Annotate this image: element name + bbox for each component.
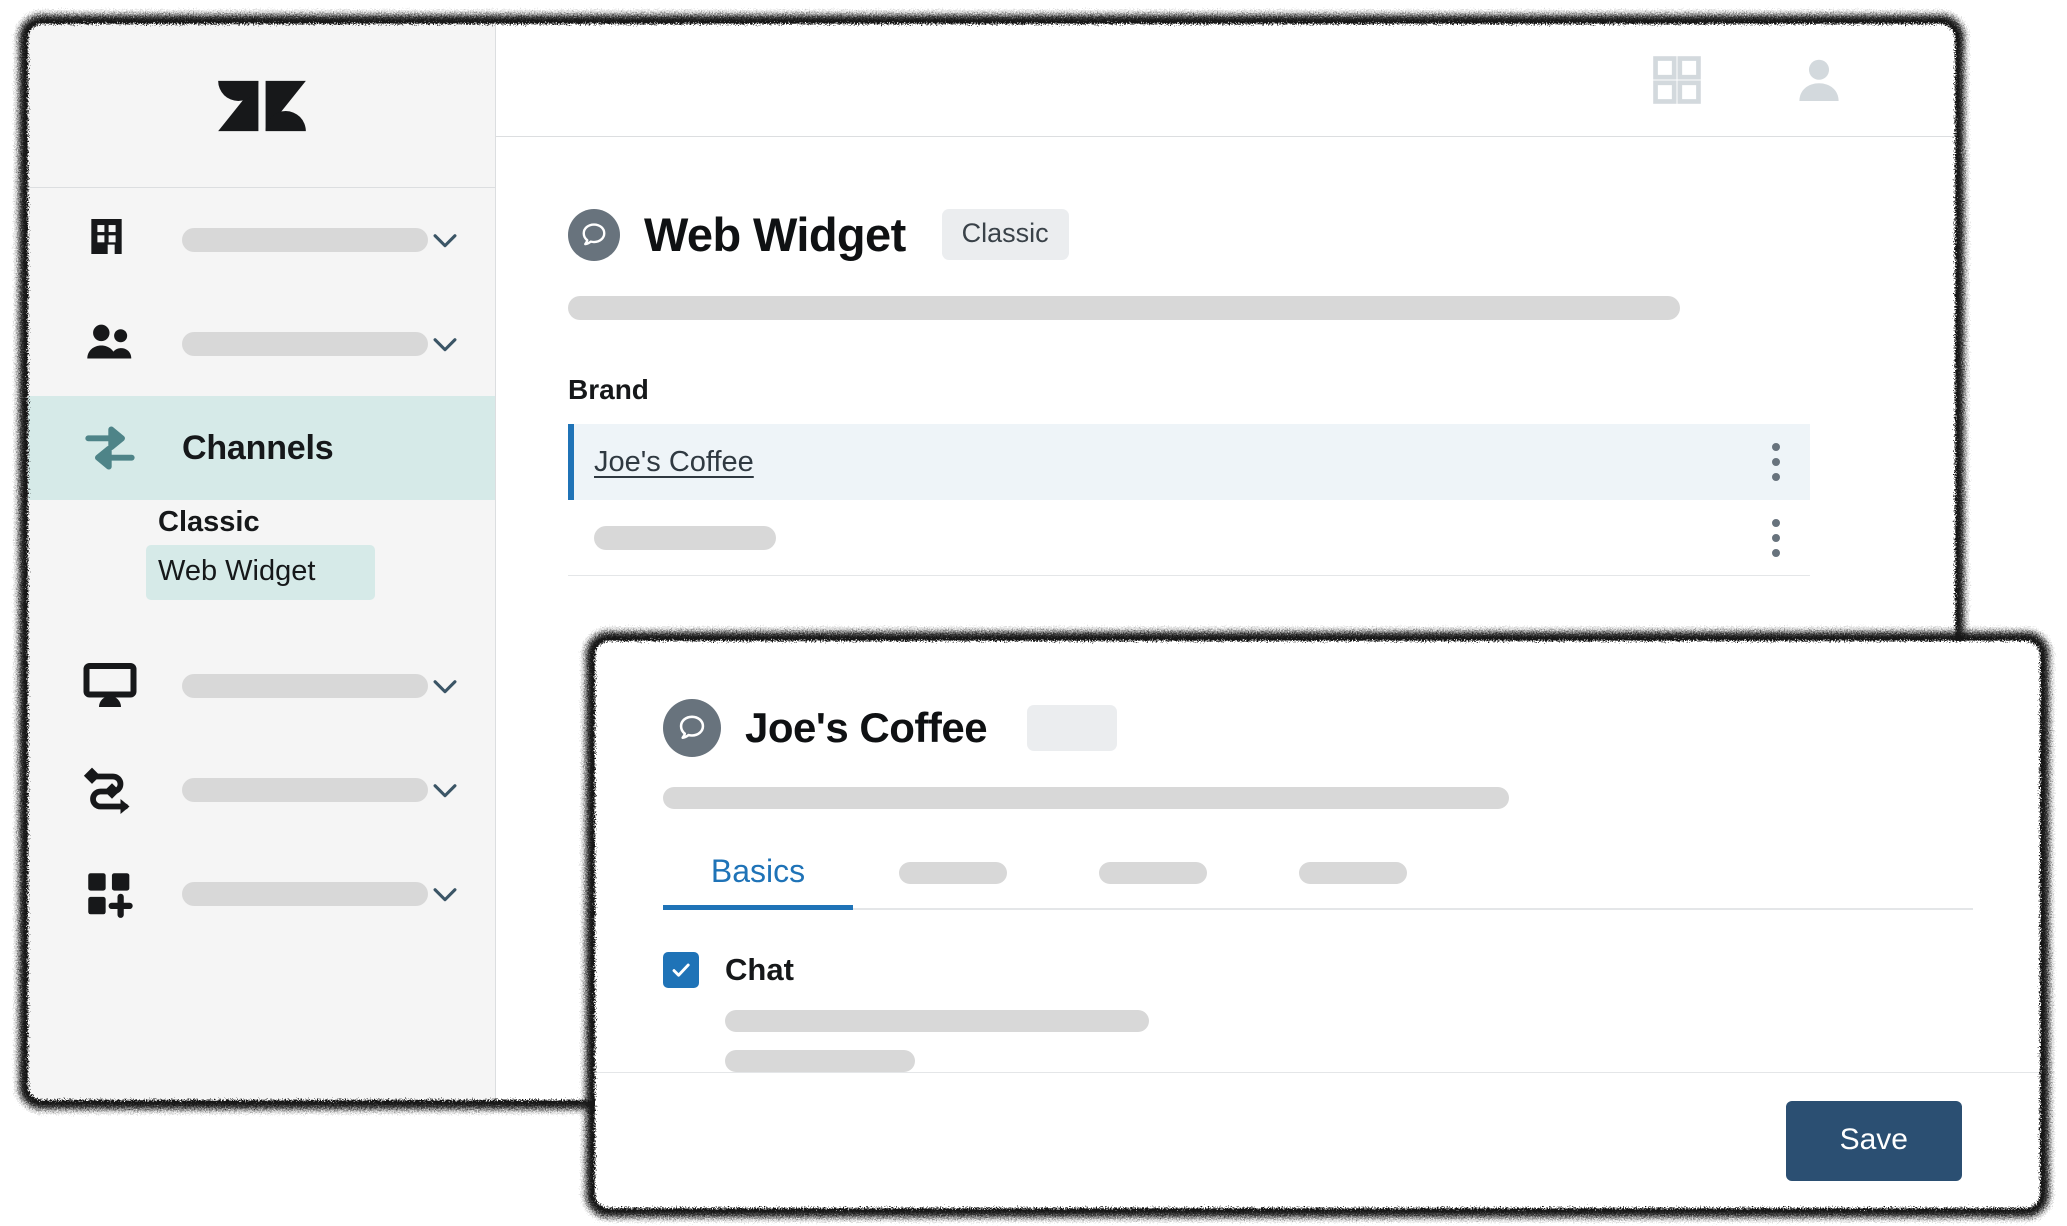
- sidebar: Channels Classic Web Widget: [28, 24, 496, 1100]
- apps-add-icon: [78, 862, 142, 926]
- sidebar-item-label: Channels: [182, 428, 334, 467]
- subnav-group-label: Classic: [158, 506, 260, 538]
- sidebar-item-label-placeholder: [182, 674, 428, 698]
- sidebar-item-label-placeholder: [182, 882, 428, 906]
- chevron-down-icon[interactable]: [428, 220, 462, 260]
- chat-field-placeholder: [725, 1010, 1149, 1032]
- sidebar-item-objects-rules[interactable]: [28, 738, 495, 842]
- sidebar-item-people[interactable]: [28, 292, 495, 396]
- sidebar-item-organizations[interactable]: [28, 188, 495, 292]
- brand-name-placeholder: [594, 525, 776, 550]
- tab-placeholder[interactable]: [1253, 862, 1453, 908]
- brand-settings-modal: Joe's Coffee Basics Chat Save: [595, 641, 2040, 1208]
- kebab-menu-icon[interactable]: [1772, 443, 1780, 481]
- monitor-icon: [78, 654, 142, 718]
- page-title: Web Widget: [644, 208, 906, 261]
- brand-section-label: Brand: [568, 374, 649, 405]
- building-icon: [78, 208, 142, 272]
- sidebar-item-label-placeholder: [182, 332, 428, 356]
- tab-placeholder[interactable]: [1053, 862, 1253, 908]
- modal-footer: Save: [595, 1072, 2040, 1208]
- chevron-down-icon[interactable]: [428, 324, 462, 364]
- people-icon: [78, 312, 142, 376]
- modal-body: Joe's Coffee Basics Chat: [595, 641, 2040, 1072]
- brand-name-link[interactable]: Joe's Coffee: [594, 446, 754, 479]
- sidebar-item-label-placeholder: [182, 778, 428, 802]
- grid-apps-icon[interactable]: [1649, 52, 1705, 108]
- table-row[interactable]: [568, 500, 1810, 576]
- sidebar-item-channels[interactable]: Channels: [28, 396, 495, 500]
- channels-arrows-icon: [78, 416, 142, 480]
- modal-description-placeholder: [663, 787, 1509, 809]
- brand-table: Joe's Coffee: [568, 424, 1810, 576]
- kebab-menu-icon[interactable]: [1772, 518, 1780, 557]
- user-avatar-icon[interactable]: [1791, 52, 1847, 108]
- zendesk-logo[interactable]: [28, 24, 495, 188]
- chat-field-placeholder: [725, 1050, 915, 1072]
- sidebar-item-label-placeholder: [182, 228, 428, 252]
- chevron-down-icon[interactable]: [428, 770, 462, 810]
- page-badge: Classic: [941, 209, 1069, 260]
- page-header: Web Widget Classic: [568, 207, 1955, 262]
- modal-header: Joe's Coffee: [663, 699, 2040, 757]
- modal-badge-placeholder: [1027, 705, 1118, 751]
- tab-placeholder[interactable]: [853, 862, 1053, 908]
- chat-bubble-icon: [568, 208, 620, 261]
- checkmark-icon: [672, 963, 690, 977]
- page-description-placeholder: [568, 296, 1680, 320]
- save-button[interactable]: Save: [1785, 1100, 1962, 1181]
- tab-basics[interactable]: Basics: [663, 853, 853, 910]
- modal-title: Joe's Coffee: [745, 704, 988, 751]
- zendesk-logo-icon: [217, 80, 306, 131]
- sidebar-item-web-widget[interactable]: Web Widget: [146, 545, 375, 600]
- sidebar-item-apps-integrations[interactable]: [28, 842, 495, 946]
- topbar: [496, 24, 1955, 137]
- sidebar-item-workspaces[interactable]: [28, 634, 495, 738]
- chat-checkbox[interactable]: [663, 952, 699, 988]
- chat-bubble-icon: [663, 699, 721, 757]
- modal-tabs: Basics: [663, 853, 1973, 910]
- content-area: Web Widget Classic Brand Joe's Coffee: [496, 137, 1955, 576]
- chat-setting-row[interactable]: Chat: [663, 952, 2040, 988]
- table-row[interactable]: Joe's Coffee: [568, 424, 1810, 500]
- chat-label: Chat: [725, 952, 794, 987]
- workflow-icon: [78, 758, 142, 822]
- chevron-down-icon[interactable]: [428, 874, 462, 914]
- chevron-down-icon[interactable]: [428, 666, 462, 706]
